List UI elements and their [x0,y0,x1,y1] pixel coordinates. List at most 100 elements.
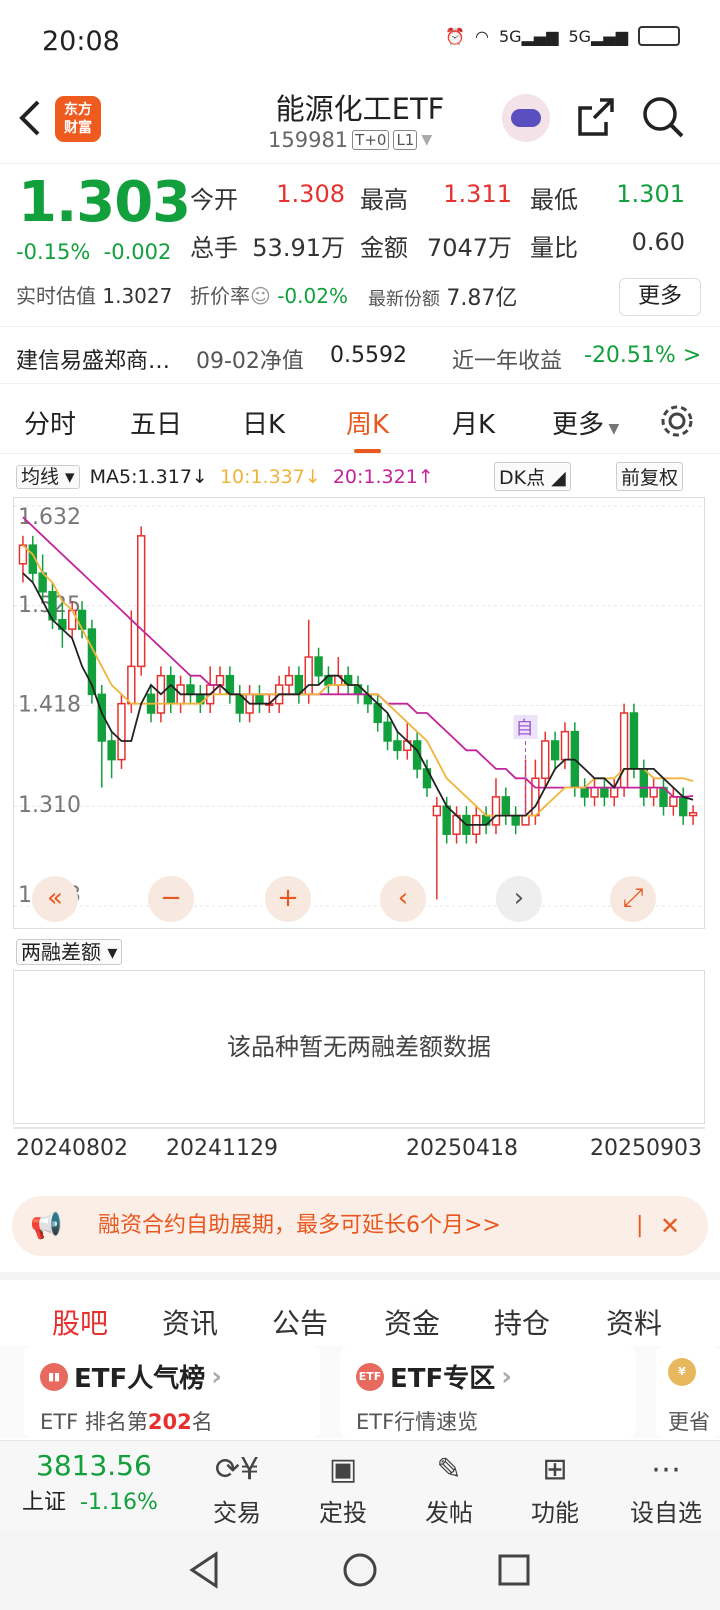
tab-forum[interactable]: 股吧 [52,1302,109,1352]
year-return-label: 近一年收益 [452,349,563,374]
margin-indicator-select[interactable]: 两融差额 ▾ [16,936,123,965]
close-icon[interactable]: ✕ [660,1196,680,1256]
candle-body [136,535,146,668]
tab-more[interactable]: 更多 ▼ [552,404,619,441]
info-icon[interactable]: ☺ [250,284,271,308]
nav-auto-invest[interactable]: ▣ 定投 [298,1447,388,1528]
candle-body [491,796,501,826]
banner-text[interactable]: 融资合约自助展期，最多可延长6个月>> [98,1196,501,1256]
nav-label: 09-02净值 [196,349,304,374]
candle-body [600,786,609,798]
candle-body [610,786,619,798]
index-ticker[interactable]: 3813.56 上证 -1.16% [22,1449,202,1516]
megaphone-icon: 📢 [30,1211,63,1241]
date-ticks [13,1127,705,1129]
volume: 总手 53.91万 [190,234,345,262]
robot-assistant-icon[interactable] [502,94,550,142]
candle-body [215,674,225,686]
fund-info-row[interactable]: 建信易盛郑商… 09-02净值 0.5592 近一年收益 -20.51% > [0,326,720,384]
search-icon[interactable] [640,94,686,140]
indicator-select[interactable]: 均线 ▾ [16,465,80,489]
promo-banner[interactable]: 📢 融资合约自助展期，最多可延长6个月>> | ✕ [12,1196,708,1256]
high-price: 最高 1.311 [360,180,512,214]
etf-cards: ▮▮ ETF人气榜 › ETF 排名第202名 ETF ETF专区 › ETF行情速览 … [0,1346,720,1438]
coin-icon: ¥ [668,1358,696,1386]
edit-icon: ✎ [436,1452,462,1487]
candle-body [679,796,688,817]
realtime-estimate: 实时估值 1.3027 [16,284,173,308]
zoom-out-full-button[interactable]: « [32,876,78,922]
scroll-left-button[interactable]: ‹ [380,876,426,922]
nav-value: 0.5592 [330,343,407,368]
ma20-value: 20:1.321↑ [332,466,434,488]
candle-body [107,740,116,761]
current-price: 1.303 [18,170,191,235]
discount-rate: 折价率☺ -0.02% [190,284,348,308]
system-navigation-bar [0,1530,720,1610]
tab-profile[interactable]: 资料 [606,1302,662,1342]
date-label-3: 20250418 [406,1136,518,1161]
content-tabs: 股吧 资讯 公告 资金 持仓 资料 [0,1272,720,1352]
share-icon[interactable] [576,96,616,138]
tab-daily-k[interactable]: 日K [242,404,285,441]
nav-add-watchlist[interactable]: ⋯ 设自选 [616,1447,716,1528]
year-return-value: -20.51% > [584,343,702,368]
tab-monthly-k[interactable]: 月K [452,404,495,441]
etf-popularity-card[interactable]: ▮▮ ETF人气榜 › ETF 排名第202名 [24,1346,320,1438]
date-label-4: 20250903 [590,1136,702,1161]
candle-body [629,712,639,770]
tab-weekly-k[interactable]: 周K [346,404,389,453]
tab-holdings[interactable]: 持仓 [494,1302,550,1342]
more-button[interactable]: 更多 [619,278,701,316]
kline-chart[interactable]: 1.6321.5251.4181.3101.203自 [14,498,706,930]
candle-body [117,702,126,761]
banner-divider: | [636,1213,644,1238]
volume-ratio: 量比 0.60 [530,228,685,262]
settings-gear-icon[interactable] [658,402,696,440]
price-change: -0.15% -0.002 [16,240,172,264]
tab-news[interactable]: 资讯 [162,1302,218,1342]
header: 东方 财富 能源化工ETF 159981 T+0 L1 ▼ [0,80,720,164]
x-axis-dates: 20240802 20241129 20250418 20250903 [0,1126,720,1172]
alarm-icon: ⏰ [445,26,466,46]
fund-name: 建信易盛郑商… [16,349,171,374]
candle-body [383,721,392,742]
date-label-2: 20241129 [166,1136,278,1161]
low-price: 最低 1.301 [530,180,685,214]
wifi-icon: ◠ [475,26,489,46]
grid-icon: ⊞ [542,1452,568,1487]
status-icons: ⏰ ◠ 5G▂▄▆ 5G▂▄▆ [445,26,680,46]
etf-icon: ETF [356,1362,384,1391]
candle-body [688,812,698,817]
margin-empty-state: 该品种暂无两融差额数据 [13,970,705,1124]
y-tick-label: 1.310 [18,793,81,818]
tab-announcements[interactable]: 公告 [272,1302,328,1342]
home-circle-icon[interactable] [340,1550,380,1590]
nav-trade[interactable]: ⟳¥ 交易 [192,1447,282,1528]
tab-five-day[interactable]: 五日 [130,404,182,441]
dk-point-button[interactable]: DK点 ◢ [494,462,571,491]
tab-funds[interactable]: 资金 [384,1302,440,1342]
recents-square-icon[interactable] [496,1552,532,1588]
candle-body [531,777,540,817]
candle-body [284,674,294,686]
etf-zone-card[interactable]: ETF ETF专区 › ETF行情速览 [340,1346,636,1438]
trade-icon: ⟳¥ [214,1452,260,1487]
tab-intraday[interactable]: 分时 [24,404,76,441]
date-label-1: 20240802 [16,1136,128,1161]
candle-body [511,814,520,826]
kline-chart-area[interactable]: 1.6321.5251.4181.3101.203自 [13,497,706,930]
price-adjust-button[interactable]: 前复权 [616,462,684,491]
fullscreen-button[interactable]: ⤢ [610,876,656,922]
ma5-value: MA5:1.317↓ [89,466,208,488]
zoom-out-button[interactable]: − [148,876,194,922]
nav-post[interactable]: ✎ 发帖 [404,1447,494,1528]
ma-legend: 均线 ▾ MA5:1.317↓ 10:1.337↓ 20:1.321↑ DK点 … [16,462,706,492]
scroll-right-button[interactable]: › [496,876,542,922]
etf-third-card[interactable]: ¥ 更省 [656,1346,720,1438]
back-triangle-icon[interactable] [186,1550,222,1590]
candle-body [442,805,451,835]
zoom-in-button[interactable]: + [265,876,311,922]
nav-functions[interactable]: ⊞ 功能 [510,1447,600,1528]
latest-shares: 最新份额 7.87亿 [368,286,518,311]
